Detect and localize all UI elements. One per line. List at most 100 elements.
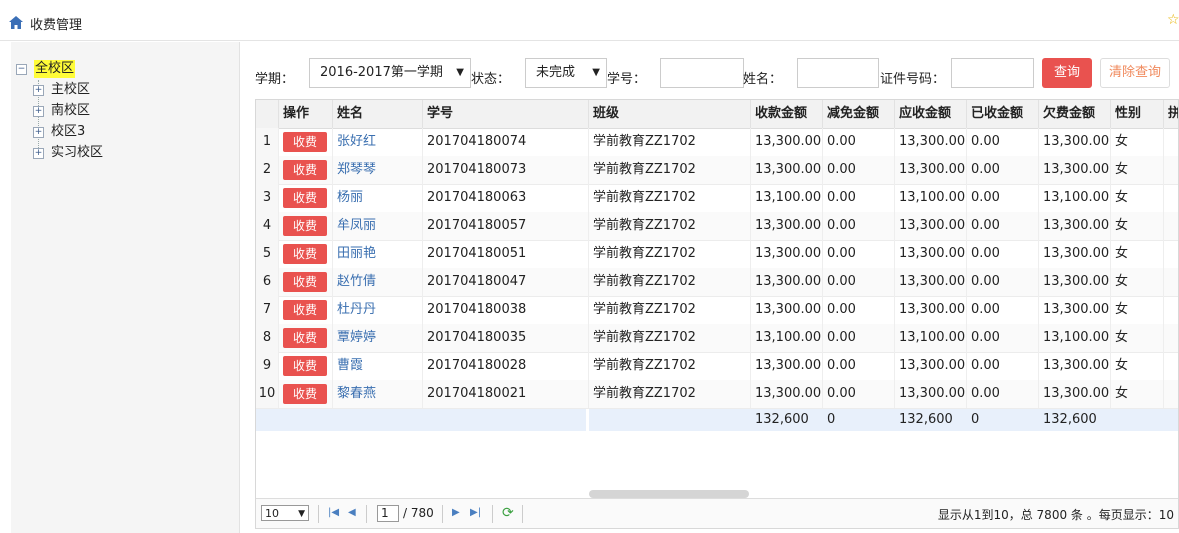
student-name-cell: 赵竹倩 (333, 268, 423, 296)
row-number: 5 (256, 240, 279, 268)
collect-fee-button[interactable]: 收费 (283, 160, 327, 180)
student-name-cell: 覃婷婷 (333, 324, 423, 352)
student-no-cell: 201704180028 (423, 352, 589, 380)
tree-label[interactable]: 实习校区 (51, 144, 103, 162)
expand-icon[interactable]: + (33, 85, 44, 96)
table-row[interactable]: 9 收费 曹霞 201704180028 学前教育ZZ1702 13,300.00 0.00… (256, 352, 1178, 381)
table-row[interactable]: 4 收费 牟凤丽 201704180057 学前教育ZZ1702 13,300.00 0.0… (256, 212, 1178, 241)
student-name-cell: 杜丹丹 (333, 296, 423, 324)
student-no-cell: 201704180074 (423, 128, 589, 156)
collapse-icon[interactable]: − (16, 64, 27, 75)
collect-fee-button[interactable]: 收费 (283, 328, 327, 348)
collect-fee-button[interactable]: 收费 (283, 216, 327, 236)
student-name-link[interactable]: 杜丹丹 (337, 302, 376, 317)
expand-icon[interactable]: + (33, 127, 44, 138)
student-name-link[interactable]: 田丽艳 (337, 246, 376, 261)
header-cell[interactable]: 收款金额 (751, 100, 823, 128)
table-row[interactable]: 10 收费 黎春燕 201704180021 学前教育ZZ1702 13,300.00 0.… (256, 380, 1178, 409)
student-name-link[interactable]: 杨丽 (337, 190, 363, 205)
paid-cell: 0.00 (967, 240, 1039, 268)
action-cell: 收费 (279, 212, 333, 240)
student-name-link[interactable]: 郑琴琴 (337, 162, 376, 177)
due-cell: 13,300.00 (895, 128, 967, 156)
student-name-link[interactable]: 牟凤丽 (337, 218, 376, 233)
header-cell[interactable]: 拼 (1164, 100, 1178, 128)
tree-label[interactable]: 主校区 (51, 81, 90, 99)
page-number-input[interactable]: 1 (377, 505, 399, 522)
term-select[interactable]: 2016-2017第一学期 ▼ (309, 58, 471, 88)
header-cell[interactable]: 已收金额 (967, 100, 1039, 128)
extra-cell (1164, 128, 1178, 156)
last-page-icon[interactable]: ▶| (470, 507, 481, 518)
student-no-cell: 201704180073 (423, 156, 589, 184)
header-cell[interactable]: 学号 (423, 100, 589, 128)
table-row[interactable]: 7 收费 杜丹丹 201704180038 学前教育ZZ1702 13,300.00 0.0… (256, 296, 1178, 325)
next-page-icon[interactable]: ▶ (452, 507, 460, 518)
student-no-label: 学号： (607, 72, 647, 87)
table-row[interactable]: 8 收费 覃婷婷 201704180035 学前教育ZZ1702 13,100.00 0.0… (256, 324, 1178, 353)
action-cell: 收费 (279, 268, 333, 296)
gender-cell: 女 (1111, 128, 1164, 156)
header-cell[interactable]: 姓名 (333, 100, 423, 128)
header-cell[interactable]: 减免金额 (823, 100, 895, 128)
action-cell: 收费 (279, 296, 333, 324)
receivable-cell: 13,300.00 (751, 212, 823, 240)
student-name-cell: 田丽艳 (333, 240, 423, 268)
table-row[interactable]: 1 收费 张好红 201704180074 学前教育ZZ1702 13,300.00 0.0… (256, 128, 1178, 157)
receivable-cell: 13,300.00 (751, 296, 823, 324)
collect-fee-button[interactable]: 收费 (283, 356, 327, 376)
page-size-select[interactable]: 10 ▼ (261, 505, 309, 521)
top-bar: 收费管理 ☆ (0, 0, 1179, 41)
grid-header: 操作 姓名 学号 班级 收款金额 减免金额 应收金额 已收金额 欠费金额 性别 … (256, 100, 1178, 129)
student-no-cell: 201704180021 (423, 380, 589, 408)
table-row[interactable]: 6 收费 赵竹倩 201704180047 学前教育ZZ1702 13,300.00 0.0… (256, 268, 1178, 297)
refresh-icon[interactable]: ⟳ (502, 505, 514, 521)
extra-cell (1164, 184, 1178, 212)
gender-cell: 女 (1111, 296, 1164, 324)
student-no-input[interactable] (660, 58, 744, 88)
first-page-icon[interactable]: |◀ (328, 507, 339, 518)
row-number: 4 (256, 212, 279, 240)
query-button[interactable]: 查询 (1042, 58, 1092, 88)
due-cell: 13,100.00 (895, 324, 967, 352)
header-cell[interactable]: 班级 (589, 100, 751, 128)
collect-fee-button[interactable]: 收费 (283, 384, 327, 404)
student-name-link[interactable]: 曹霞 (337, 358, 363, 373)
collect-fee-button[interactable]: 收费 (283, 300, 327, 320)
header-cell[interactable]: 性别 (1111, 100, 1164, 128)
student-name-link[interactable]: 黎春燕 (337, 386, 376, 401)
tree-label-root[interactable]: 全校区 (34, 60, 76, 78)
collect-fee-button[interactable]: 收费 (283, 272, 327, 292)
expand-icon[interactable]: + (33, 148, 44, 159)
totals-row: 132,600 0 132,600 0 132,600 (256, 409, 1178, 431)
student-no-cell: 201704180057 (423, 212, 589, 240)
tree-label[interactable]: 南校区 (51, 102, 90, 120)
collect-fee-button[interactable]: 收费 (283, 132, 327, 152)
table-row[interactable]: 3 收费 杨丽 201704180063 学前教育ZZ1702 13,100.00 0.00… (256, 184, 1178, 213)
student-name-link[interactable]: 赵竹倩 (337, 274, 376, 289)
header-cell[interactable]: 欠费金额 (1039, 100, 1111, 128)
prev-page-icon[interactable]: ◀ (348, 507, 356, 518)
star-icon[interactable]: ☆ (1167, 12, 1179, 28)
total-receivable: 132,600 (755, 412, 809, 427)
owed-cell: 13,300.00 (1039, 268, 1111, 296)
owed-cell: 13,300.00 (1039, 296, 1111, 324)
collect-fee-button[interactable]: 收费 (283, 244, 327, 264)
id-input[interactable] (951, 58, 1034, 88)
table-row[interactable]: 2 收费 郑琴琴 201704180073 学前教育ZZ1702 13,300.00 0.0… (256, 156, 1178, 185)
header-cell[interactable]: 应收金额 (895, 100, 967, 128)
header-cell[interactable]: 操作 (279, 100, 333, 128)
paid-cell: 0.00 (967, 212, 1039, 240)
student-name-link[interactable]: 覃婷婷 (337, 330, 376, 345)
table-row[interactable]: 5 收费 田丽艳 201704180051 学前教育ZZ1702 13,300.00 0.0… (256, 240, 1178, 269)
student-name-link[interactable]: 张好红 (337, 134, 376, 149)
status-select[interactable]: 未完成 ▼ (525, 58, 607, 88)
tree-label[interactable]: 校区3 (51, 123, 85, 141)
horizontal-scrollbar[interactable] (589, 490, 749, 498)
name-input[interactable] (797, 58, 879, 88)
expand-icon[interactable]: + (33, 106, 44, 117)
separator (492, 505, 493, 523)
collect-fee-button[interactable]: 收费 (283, 188, 327, 208)
row-number: 9 (256, 352, 279, 380)
clear-query-button[interactable]: 清除查询 (1100, 58, 1170, 88)
